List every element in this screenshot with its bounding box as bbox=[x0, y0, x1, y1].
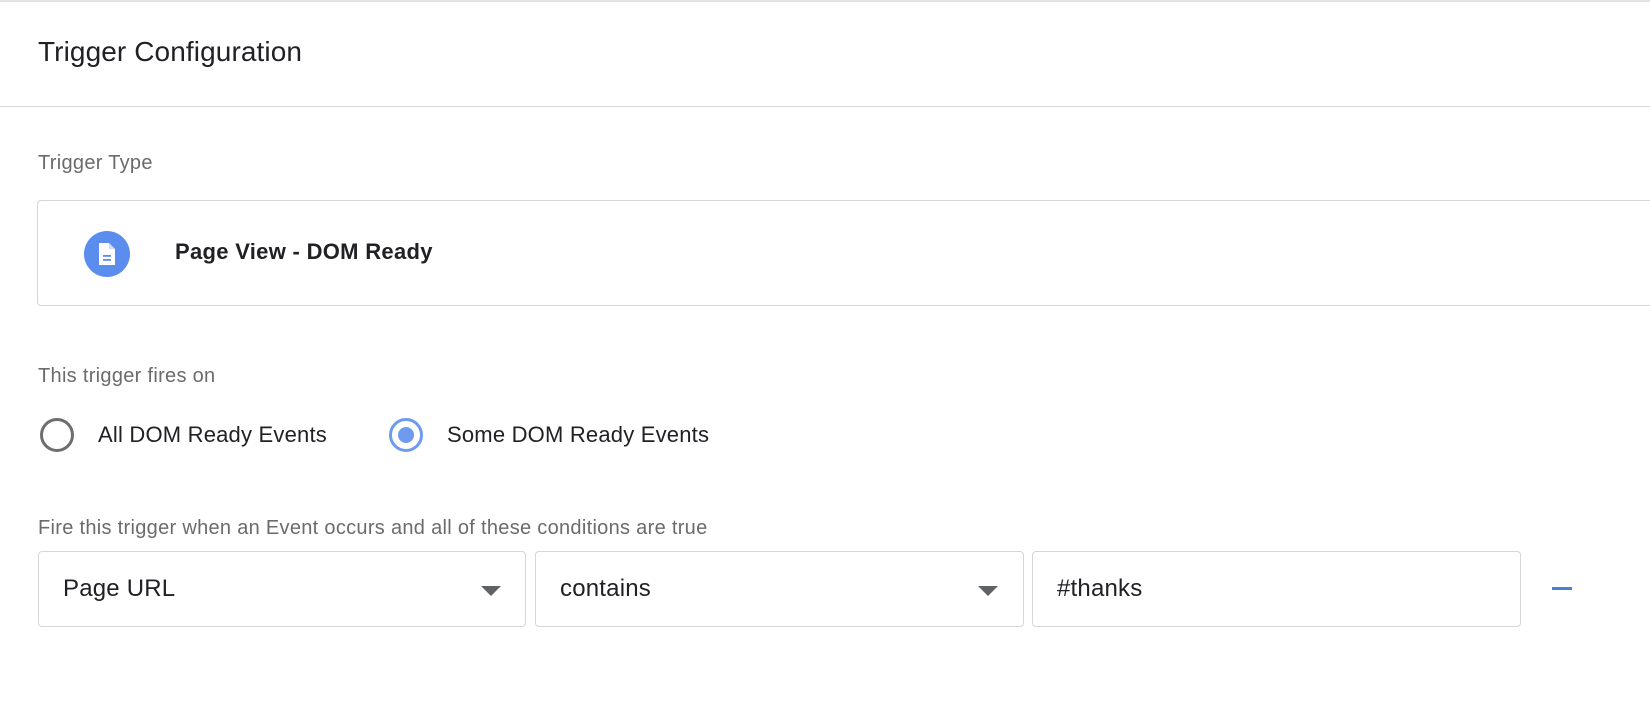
condition-value-input[interactable]: #thanks bbox=[1032, 551, 1521, 627]
trigger-type-name: Page View - DOM Ready bbox=[175, 239, 433, 264]
conditions-label: Fire this trigger when an Event occurs a… bbox=[38, 517, 708, 539]
trigger-type-selector[interactable]: Page View - DOM Ready bbox=[37, 200, 1650, 306]
condition-variable-value: Page URL bbox=[63, 575, 176, 602]
card-title: Trigger Configuration bbox=[38, 36, 303, 67]
trigger-configuration-card: Trigger Configuration Trigger Type Page … bbox=[0, 0, 1650, 722]
radio-label: Some DOM Ready Events bbox=[447, 422, 710, 447]
condition-operator-value: contains bbox=[560, 575, 651, 602]
chevron-down-icon bbox=[481, 586, 501, 596]
radio-selected-icon[interactable] bbox=[389, 418, 423, 452]
document-icon bbox=[84, 231, 130, 277]
condition-variable-select[interactable]: Page URL bbox=[38, 551, 526, 627]
radio-some-dom-ready-events[interactable]: Some DOM Ready Events bbox=[389, 414, 709, 456]
condition-value-text: #thanks bbox=[1057, 575, 1143, 602]
chevron-down-icon bbox=[978, 586, 998, 596]
radio-all-dom-ready-events[interactable]: All DOM Ready Events bbox=[40, 414, 327, 456]
radio-unselected-icon[interactable] bbox=[40, 418, 74, 452]
fires-on-label: This trigger fires on bbox=[38, 365, 216, 387]
card-header: Trigger Configuration bbox=[0, 2, 1650, 107]
condition-operator-select[interactable]: contains bbox=[535, 551, 1024, 627]
radio-label: All DOM Ready Events bbox=[98, 422, 327, 447]
trigger-type-label: Trigger Type bbox=[38, 152, 153, 174]
remove-condition-icon[interactable] bbox=[1552, 587, 1572, 590]
